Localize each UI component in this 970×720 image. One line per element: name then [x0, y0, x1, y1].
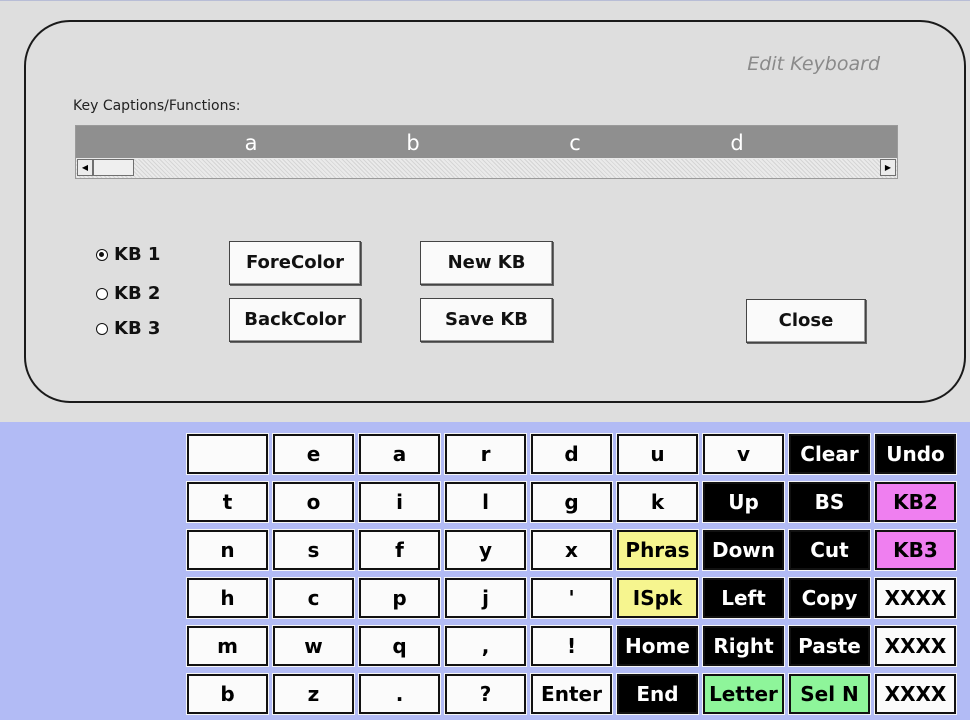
captions-label: Key Captions/Functions:	[73, 98, 241, 114]
key-undo[interactable]: Undo	[874, 433, 957, 475]
key-blank[interactable]: ,	[444, 625, 527, 667]
key-kb3[interactable]: KB3	[874, 529, 957, 571]
key-l[interactable]: l	[444, 481, 527, 523]
key-q[interactable]: q	[358, 625, 441, 667]
key-f[interactable]: f	[358, 529, 441, 571]
scroll-right-arrow-icon[interactable]: ▶	[880, 159, 896, 176]
caption-cell[interactable]: c	[495, 126, 655, 158]
caption-strip: a b c d ◀ ▶	[75, 125, 898, 179]
key-y[interactable]: y	[444, 529, 527, 571]
key-c[interactable]: c	[272, 577, 355, 619]
key-xxxx[interactable]: XXXX	[874, 577, 957, 619]
backcolor-button[interactable]: BackColor	[229, 298, 361, 342]
key-phras[interactable]: Phras	[616, 529, 699, 571]
scroll-left-arrow-icon[interactable]: ◀	[77, 159, 93, 176]
key-copy[interactable]: Copy	[788, 577, 871, 619]
key-blank[interactable]: ?	[444, 673, 527, 715]
key-x[interactable]: x	[530, 529, 613, 571]
radio-label: KB 2	[114, 283, 161, 304]
key-home[interactable]: Home	[616, 625, 699, 667]
radio-kb2[interactable]: KB 2	[96, 283, 160, 304]
key-xxxx[interactable]: XXXX	[874, 625, 957, 667]
scrollbar-thumb[interactable]	[93, 159, 134, 176]
key-kb2[interactable]: KB2	[874, 481, 957, 523]
key-g[interactable]: g	[530, 481, 613, 523]
key-right[interactable]: Right	[702, 625, 785, 667]
close-button[interactable]: Close	[746, 299, 866, 343]
key-blank[interactable]: !	[530, 625, 613, 667]
radio-checked-icon	[96, 248, 108, 261]
key-cut[interactable]: Cut	[788, 529, 871, 571]
key-u[interactable]: u	[616, 433, 699, 475]
key-letter[interactable]: Letter	[702, 673, 785, 715]
key-bs[interactable]: BS	[788, 481, 871, 523]
key-r[interactable]: r	[444, 433, 527, 475]
key-j[interactable]: j	[444, 577, 527, 619]
edit-keyboard-panel	[24, 20, 966, 403]
key-d[interactable]: d	[530, 433, 613, 475]
key-enter[interactable]: Enter	[530, 673, 613, 715]
radio-unchecked-icon	[96, 322, 108, 335]
key-left[interactable]: Left	[702, 577, 785, 619]
key-clear[interactable]: Clear	[788, 433, 871, 475]
key-down[interactable]: Down	[702, 529, 785, 571]
key-w[interactable]: w	[272, 625, 355, 667]
key-a[interactable]: a	[358, 433, 441, 475]
radio-label: KB 3	[114, 318, 161, 339]
key-blank[interactable]: .	[358, 673, 441, 715]
save-kb-button[interactable]: Save KB	[420, 298, 553, 342]
caption-cell[interactable]: b	[333, 126, 493, 158]
key-h[interactable]: h	[186, 577, 269, 619]
key-p[interactable]: p	[358, 577, 441, 619]
editor-area: Edit Keyboard Key Captions/Functions: a …	[0, 0, 970, 422]
caption-cell[interactable]: d	[657, 126, 817, 158]
key-blank[interactable]	[186, 433, 269, 475]
key-k[interactable]: k	[616, 481, 699, 523]
radio-unchecked-icon	[96, 287, 108, 300]
key-z[interactable]: z	[272, 673, 355, 715]
radio-kb3[interactable]: KB 3	[96, 318, 160, 339]
key-end[interactable]: End	[616, 673, 699, 715]
horizontal-scrollbar[interactable]: ◀ ▶	[76, 159, 897, 178]
key-seln[interactable]: Sel N	[788, 673, 871, 715]
key-v[interactable]: v	[702, 433, 785, 475]
key-xxxx[interactable]: XXXX	[874, 673, 957, 715]
key-m[interactable]: m	[186, 625, 269, 667]
new-kb-button[interactable]: New KB	[420, 241, 553, 285]
radio-kb1[interactable]: KB 1	[96, 244, 160, 265]
key-ispk[interactable]: ISpk	[616, 577, 699, 619]
panel-title: Edit Keyboard	[747, 53, 880, 75]
key-i[interactable]: i	[358, 481, 441, 523]
key-b[interactable]: b	[186, 673, 269, 715]
forecolor-button[interactable]: ForeColor	[229, 241, 361, 285]
key-e[interactable]: e	[272, 433, 355, 475]
key-up[interactable]: Up	[702, 481, 785, 523]
key-paste[interactable]: Paste	[788, 625, 871, 667]
key-t[interactable]: t	[186, 481, 269, 523]
key-blank[interactable]: '	[530, 577, 613, 619]
key-s[interactable]: s	[272, 529, 355, 571]
radio-label: KB 1	[114, 244, 161, 265]
caption-row[interactable]: a b c d	[76, 126, 897, 158]
caption-cell[interactable]: a	[171, 126, 331, 158]
key-n[interactable]: n	[186, 529, 269, 571]
key-o[interactable]: o	[272, 481, 355, 523]
